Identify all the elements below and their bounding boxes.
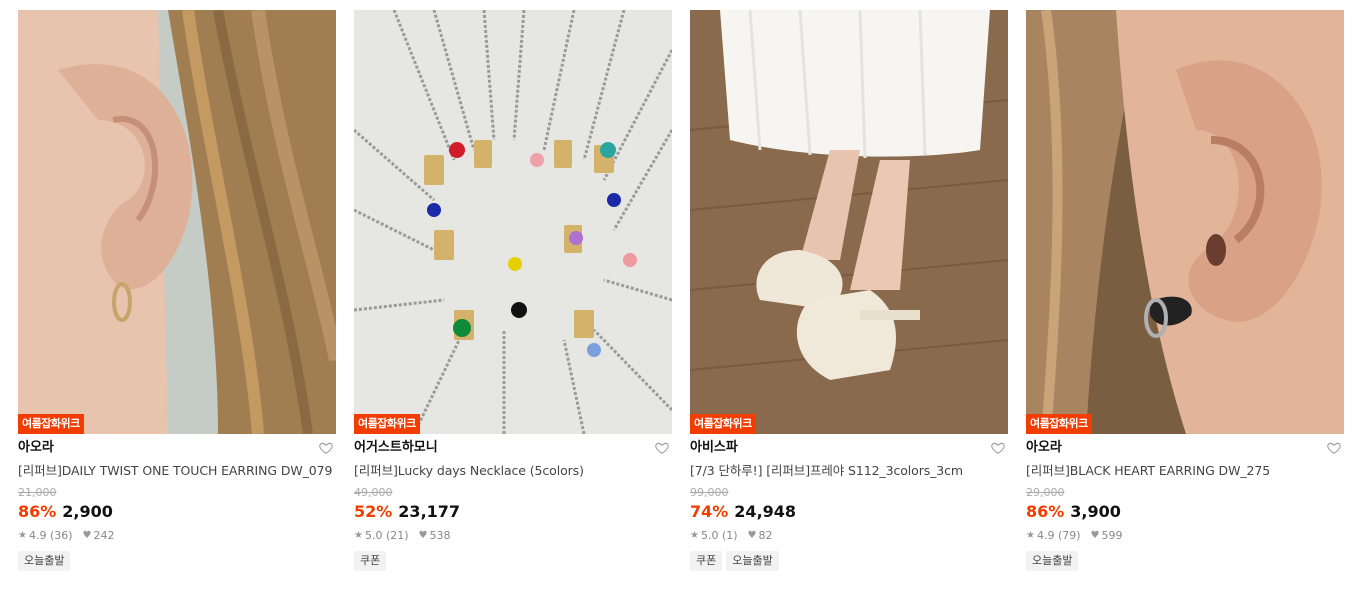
- brand-name[interactable]: 어거스트하모니: [354, 437, 672, 459]
- heart-small-icon: ♥: [1090, 530, 1100, 541]
- sale-price: 2,900: [62, 502, 113, 521]
- tag-today-ship: 오늘출발: [1026, 551, 1079, 571]
- heart-icon[interactable]: [654, 440, 670, 456]
- discount-rate: 86%: [1026, 502, 1065, 521]
- brand-name[interactable]: 아오라: [1026, 437, 1344, 459]
- sale-price: 3,900: [1070, 502, 1121, 521]
- heart-small-icon: ♥: [747, 530, 757, 541]
- product-title[interactable]: [리퍼브]BLACK HEART EARRING DW_275: [1026, 462, 1344, 480]
- product-card[interactable]: 여름잡화위크 아오라 [리퍼브]DAILY TWIST ONE TOUCH EA…: [18, 10, 336, 571]
- product-title[interactable]: [리퍼브]Lucky days Necklace (5colors): [354, 462, 672, 480]
- product-image[interactable]: 여름잡화위크: [1026, 10, 1344, 434]
- tag-coupon: 쿠폰: [354, 551, 387, 571]
- tag-today-ship: 오늘출발: [726, 551, 779, 571]
- discount-rate: 52%: [354, 502, 393, 521]
- tag-coupon: 쿠폰: [690, 551, 723, 571]
- original-price: 49,000: [354, 486, 393, 499]
- like-count: 599: [1101, 529, 1123, 542]
- product-card[interactable]: 여름잡화위크 아비스파 [7/3 단하루!] [리퍼브]프레야 S112_3co…: [690, 10, 1008, 571]
- product-image[interactable]: 여름잡화위크: [354, 10, 672, 434]
- original-price: 99,000: [690, 486, 729, 499]
- product-card[interactable]: 여름잡화위크 어거스트하모니 [리퍼브]Lucky days Necklace …: [354, 10, 672, 571]
- rating: 4.9 (79): [1036, 529, 1081, 542]
- heart-icon[interactable]: [990, 440, 1006, 456]
- star-icon: ★: [354, 530, 363, 541]
- sale-price: 23,177: [398, 502, 461, 521]
- star-icon: ★: [690, 530, 699, 541]
- discount-rate: 86%: [18, 502, 57, 521]
- star-icon: ★: [1026, 530, 1035, 541]
- original-price: 29,000: [1026, 486, 1065, 499]
- promo-badge: 여름잡화위크: [18, 414, 84, 434]
- rating: 5.0 (1): [700, 529, 738, 542]
- product-title[interactable]: [7/3 단하루!] [리퍼브]프레야 S112_3colors_3cm: [690, 462, 1008, 480]
- product-card[interactable]: 여름잡화위크 아오라 [리퍼브]BLACK HEART EARRING DW_2…: [1026, 10, 1344, 571]
- promo-badge: 여름잡화위크: [1026, 414, 1092, 434]
- brand-name[interactable]: 아오라: [18, 437, 336, 459]
- promo-badge: 여름잡화위크: [690, 414, 756, 434]
- heart-icon[interactable]: [318, 440, 334, 456]
- product-title[interactable]: [리퍼브]DAILY TWIST ONE TOUCH EARRING DW_07…: [18, 462, 336, 480]
- heart-small-icon: ♥: [418, 530, 428, 541]
- original-price: 21,000: [18, 486, 57, 499]
- heart-icon[interactable]: [1326, 440, 1342, 456]
- sale-price: 24,948: [734, 502, 797, 521]
- heart-small-icon: ♥: [82, 530, 92, 541]
- brand-name[interactable]: 아비스파: [690, 437, 1008, 459]
- like-count: 82: [758, 529, 773, 542]
- like-count: 538: [429, 529, 451, 542]
- like-count: 242: [93, 529, 115, 542]
- promo-badge: 여름잡화위크: [354, 414, 420, 434]
- product-image[interactable]: 여름잡화위크: [690, 10, 1008, 434]
- discount-rate: 74%: [690, 502, 729, 521]
- rating: 4.9 (36): [28, 529, 73, 542]
- product-image[interactable]: 여름잡화위크: [18, 10, 336, 434]
- tag-today-ship: 오늘출발: [18, 551, 71, 571]
- star-icon: ★: [18, 530, 27, 541]
- rating: 5.0 (21): [364, 529, 409, 542]
